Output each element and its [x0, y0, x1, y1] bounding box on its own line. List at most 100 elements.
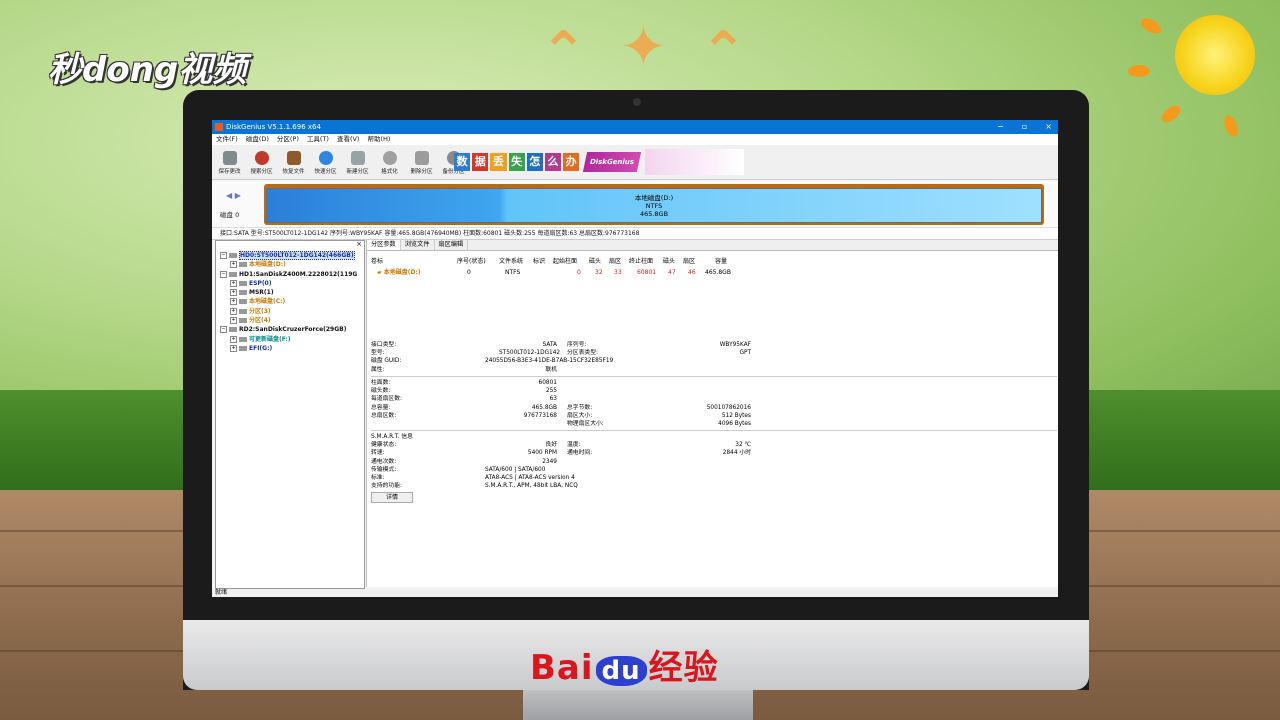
- minimize-button[interactable]: −: [997, 120, 1004, 134]
- tab-browse-files[interactable]: 浏览文件: [401, 240, 435, 250]
- col-header: 序号(状态): [457, 258, 486, 265]
- close-icon[interactable]: ×: [356, 240, 362, 248]
- disk-label: 磁盘 0: [220, 211, 240, 219]
- expand-icon[interactable]: +: [230, 298, 237, 306]
- baidu-logo-bai: Bai: [530, 648, 594, 688]
- details-button[interactable]: 详情: [371, 492, 413, 503]
- tree-item-label: 本地磁盘(C:): [249, 298, 286, 306]
- search-partition-button[interactable]: 搜索分区: [248, 150, 275, 175]
- tree-item-partition-3[interactable]: + 分区(3): [216, 307, 364, 316]
- tree-item-efi-g[interactable]: + EFI(G:): [216, 344, 364, 353]
- detail-row: 支持的功能: S.M.A.R.T., APM, 48bit LBA, NCQ: [371, 482, 1057, 490]
- tree-item-msr[interactable]: + MSR(1): [216, 288, 364, 297]
- maximize-button[interactable]: ▫: [1022, 120, 1027, 134]
- baidu-logo: Bai du 经验: [530, 640, 719, 689]
- status-bar: 就绪: [212, 589, 1058, 597]
- tree-item-partition-d[interactable]: + 本地磁盘(D:): [216, 260, 364, 269]
- disk-partition-visual[interactable]: 本地磁盘(D:) NTFS 465.8GB: [264, 184, 1044, 225]
- expand-icon[interactable]: +: [230, 289, 237, 297]
- cell-end-head: 47: [668, 269, 676, 276]
- menu-help[interactable]: 帮助(H): [367, 134, 390, 145]
- expand-icon[interactable]: +: [230, 335, 237, 343]
- tab-sector-editor[interactable]: 扇区编辑: [435, 240, 469, 250]
- tree-item-partition-f[interactable]: + 可更新磁盘(F:): [216, 335, 364, 344]
- partition-block-text: 本地磁盘(D:) NTFS 465.8GB: [267, 194, 1041, 218]
- tree-item-label: 本地磁盘(D:): [249, 261, 286, 269]
- delete-partition-button[interactable]: 删除分区: [408, 150, 435, 175]
- sun-decoration: [1175, 15, 1255, 95]
- save-changes-button[interactable]: 保存更改: [216, 150, 243, 175]
- expand-icon[interactable]: +: [230, 307, 237, 315]
- detail-row: 接口类型: SATA 序列号: WBY95KAF: [371, 341, 1057, 349]
- col-header: 标识: [533, 258, 546, 265]
- cell-fs: NTFS: [505, 269, 521, 276]
- partition-icon: [239, 262, 247, 268]
- disk-nav-arrows[interactable]: ◀ ▶: [226, 191, 241, 200]
- baidu-logo-du: du: [595, 656, 647, 686]
- expand-icon[interactable]: +: [230, 261, 237, 269]
- detail-row: 磁头数: 255: [371, 387, 1057, 395]
- partition-icon: [239, 280, 247, 286]
- detail-row: 每道扇区数: 63: [371, 395, 1057, 403]
- tab-partition-params[interactable]: 分区参数: [367, 240, 401, 250]
- expand-icon[interactable]: +: [230, 279, 237, 287]
- table-row[interactable]: ▰ 本地磁盘(D:) 0 NTFS 0 32 33 60801 47 46 46…: [371, 267, 1051, 278]
- expand-icon[interactable]: +: [230, 317, 237, 325]
- detail-tabs: 分区参数 浏览文件 扇区编辑: [367, 240, 1058, 251]
- detail-value: SATA/600 | SATA/600: [485, 466, 546, 473]
- collapse-icon[interactable]: −: [220, 270, 227, 278]
- tree-item-rd2[interactable]: − RD2:SanDiskCruzerForce(29GB): [216, 325, 364, 334]
- tree-item-label: RD2:SanDiskCruzerForce(29GB): [239, 326, 347, 334]
- ad-tile: 么: [544, 153, 562, 171]
- toolbar-ad-banner[interactable]: 数 据 丢 失 怎 么 办 DiskGenius: [454, 147, 744, 177]
- tree-item-hd0[interactable]: − HD0:ST500LT012-1DG142(466GB): [216, 251, 364, 260]
- cell-capacity: 465.8GB: [705, 269, 731, 276]
- tree-item-partition-c[interactable]: + 本地磁盘(C:): [216, 297, 364, 306]
- deco-chevron: ⌃: [700, 20, 747, 85]
- disk-tree-panel: × − HD0:ST500LT012-1DG142(466GB) + 本地磁盘(D:…: [215, 240, 365, 589]
- menu-tools[interactable]: 工具(T): [307, 134, 329, 145]
- recover-files-button[interactable]: 恢复文件: [280, 150, 307, 175]
- detail-value: 联机: [545, 366, 557, 373]
- partition-icon: [239, 336, 247, 342]
- detail-key: 总容量:: [371, 404, 391, 411]
- cell-start-cyl: 0: [577, 269, 581, 276]
- delete-partition-label: 删除分区: [410, 168, 433, 175]
- detail-key: 标准:: [371, 474, 385, 481]
- expand-icon[interactable]: +: [230, 344, 237, 352]
- detail-key: 接口类型:: [371, 342, 397, 348]
- menu-file[interactable]: 文件(F): [216, 134, 238, 145]
- detail-key: 转速:: [371, 450, 385, 457]
- col-header: 扇区: [609, 258, 622, 265]
- tree-item-esp[interactable]: + ESP(0): [216, 279, 364, 288]
- disk-map-bar: ◀ ▶ 磁盘 0 本地磁盘(D:) NTFS 465.8GB: [212, 181, 1058, 228]
- search-icon: [254, 150, 269, 165]
- close-button[interactable]: ×: [1045, 120, 1052, 134]
- detail-key: 支持的功能:: [371, 483, 402, 490]
- detail-value: ATA8-ACS | ATA8-ACS version 4: [485, 474, 575, 481]
- smart-section: S.M.A.R.T. 信息 健康状态: 良好 温度: 32 ℃ 转速: 5400…: [371, 433, 1057, 490]
- format-button[interactable]: 格式化: [376, 150, 403, 175]
- col-header: 文件系统: [499, 258, 524, 265]
- baidu-logo-suffix: 经验: [648, 648, 719, 688]
- tree-item-partition-4[interactable]: + 分区(4): [216, 316, 364, 325]
- menu-disk[interactable]: 磁盘(D): [246, 134, 269, 145]
- detail-value: 465.8GB: [531, 404, 557, 411]
- detail-value: 5400 RPM: [527, 450, 557, 457]
- quick-partition-button[interactable]: 快速分区: [312, 150, 339, 175]
- menu-partition[interactable]: 分区(P): [277, 134, 299, 145]
- tree-item-label: HD1:SanDiskZ400M.2228012(119G: [239, 270, 358, 278]
- detail-value: 976773168: [523, 412, 557, 419]
- detail-key: 磁盘 GUID:: [371, 358, 402, 365]
- tree-item-hd1[interactable]: − HD1:SanDiskZ400M.2228012(119G: [216, 270, 364, 279]
- detail-row: 磁盘 GUID: 24055D56-B3E3-41DE-B7AB-15CF32E…: [371, 357, 1057, 365]
- collapse-icon[interactable]: −: [220, 252, 227, 259]
- cell-end-sector: 46: [688, 269, 696, 276]
- menu-bar: 文件(F) 磁盘(D) 分区(P) 工具(T) 查看(V) 帮助(H): [212, 134, 1058, 145]
- detail-row: 健康状态: 良好 温度: 32 ℃: [371, 441, 1057, 449]
- menu-view[interactable]: 查看(V): [337, 134, 360, 145]
- detail-row: 传输模式: SATA/600 | SATA/600: [371, 466, 1057, 474]
- collapse-icon[interactable]: −: [220, 326, 227, 334]
- new-partition-button[interactable]: 新建分区: [344, 150, 371, 175]
- partition-block-d[interactable]: 本地磁盘(D:) NTFS 465.8GB: [266, 188, 1042, 223]
